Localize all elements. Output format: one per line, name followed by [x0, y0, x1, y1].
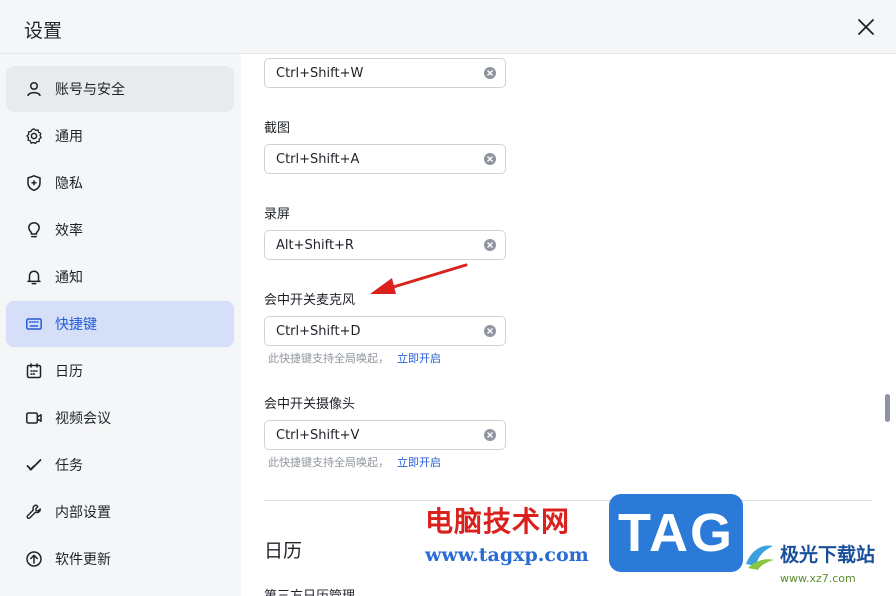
clear-icon[interactable] [484, 67, 496, 79]
watermark-tag-logo: TAG [609, 494, 743, 572]
shortcut-field-toggle-mic[interactable]: Ctrl+Shift+D [264, 316, 506, 346]
annotation-arrow [370, 263, 468, 294]
shortcut-value: Ctrl+Shift+W [276, 65, 364, 81]
shortcut-label-toggle-camera: 会中开关摄像头 [264, 397, 356, 412]
video-camera-icon [24, 408, 44, 428]
wrench-icon [24, 502, 44, 522]
sidebar-item-label: 软件更新 [55, 552, 111, 568]
sidebar-item-label: 视频会议 [55, 411, 111, 427]
sidebar-item-efficiency[interactable]: 效率 [6, 207, 234, 253]
enable-now-link[interactable]: 立即开启 [397, 456, 441, 469]
shortcut-value: Alt+Shift+R [276, 237, 354, 253]
sidebar-item-label: 任务 [55, 458, 83, 474]
watermark-text: 电脑技术网 [425, 505, 571, 538]
sidebar-item-privacy[interactable]: 隐私 [6, 160, 234, 206]
close-button[interactable] [852, 13, 880, 41]
shortcut-label-toggle-mic: 会中开关麦克风 [264, 293, 356, 308]
close-icon[interactable] [857, 18, 875, 36]
sidebar-item-internal-settings[interactable]: 内部设置 [6, 489, 234, 535]
shortcut-label-screen-record: 录屏 [264, 207, 291, 222]
watermark-brand-url: www.xz7.com [780, 572, 856, 585]
bell-icon [24, 267, 44, 287]
clear-icon[interactable] [484, 239, 496, 251]
enable-now-link[interactable]: 立即开启 [397, 352, 441, 365]
keyboard-icon [24, 314, 44, 334]
sidebar-item-video-meeting[interactable]: 视频会议 [6, 395, 234, 441]
sidebar-item-label: 效率 [55, 223, 83, 239]
checkmark-icon [24, 455, 44, 475]
shortcut-field-toggle-camera[interactable]: Ctrl+Shift+V [264, 420, 506, 450]
sidebar-item-label: 账号与安全 [55, 82, 125, 98]
aurora-logo-icon [746, 545, 774, 570]
clear-icon[interactable] [484, 429, 496, 441]
sidebar-item-general[interactable]: 通用 [6, 113, 234, 159]
shortcut-value: Ctrl+Shift+D [276, 323, 361, 339]
sidebar-item-label: 内部设置 [55, 505, 111, 521]
shortcut-value: Ctrl+Shift+V [276, 427, 360, 443]
section-title-calendar: 日历 [264, 540, 303, 562]
sidebar-item-tasks[interactable]: 任务 [6, 442, 234, 488]
calendar-icon [24, 361, 44, 381]
sidebar: 账号与安全 通用 隐私 效率 通知 快捷键 日历 视频会议 任务 内部设置 软件… [0, 54, 241, 596]
hint-text: 此快捷键支持全局唤起， [268, 456, 389, 469]
sidebar-item-label: 日历 [55, 364, 83, 380]
global-hint: 此快捷键支持全局唤起， 立即开启 [268, 350, 441, 366]
hint-text: 此快捷键支持全局唤起， [268, 352, 389, 365]
window-title: 设置 [24, 20, 63, 42]
clear-icon[interactable] [484, 153, 496, 165]
sidebar-item-label: 通知 [55, 270, 83, 286]
sidebar-item-label: 快捷键 [55, 317, 97, 333]
lightbulb-icon [24, 220, 44, 240]
sidebar-item-label: 通用 [55, 129, 83, 145]
shortcut-field-close[interactable]: Ctrl+Shift+W [264, 58, 506, 88]
sidebar-item-notifications[interactable]: 通知 [6, 254, 234, 300]
shield-icon [24, 173, 44, 193]
shortcut-label-screenshot: 截图 [264, 121, 291, 136]
sidebar-item-account-security[interactable]: 账号与安全 [6, 66, 234, 112]
scrollbar-thumb[interactable] [885, 394, 890, 422]
shortcut-field-screen-record[interactable]: Alt+Shift+R [264, 230, 506, 260]
sidebar-item-shortcuts[interactable]: 快捷键 [6, 301, 234, 347]
shortcut-field-screenshot[interactable]: Ctrl+Shift+A [264, 144, 506, 174]
upgrade-arrow-icon [24, 549, 44, 569]
user-icon [24, 79, 44, 99]
title-bar: 设置 [0, 0, 896, 54]
global-hint: 此快捷键支持全局唤起， 立即开启 [268, 454, 441, 470]
sidebar-item-software-update[interactable]: 软件更新 [6, 536, 234, 582]
shortcut-value: Ctrl+Shift+A [276, 151, 360, 167]
sidebar-item-label: 隐私 [55, 176, 83, 192]
third-party-calendar-label: 第三方日历管理 [264, 585, 355, 596]
gear-icon [24, 126, 44, 146]
watermark-brand: 极光下载站 [780, 544, 876, 566]
clear-icon[interactable] [484, 325, 496, 337]
watermark-url: www.tagxp.com [425, 544, 589, 566]
sidebar-item-calendar[interactable]: 日历 [6, 348, 234, 394]
